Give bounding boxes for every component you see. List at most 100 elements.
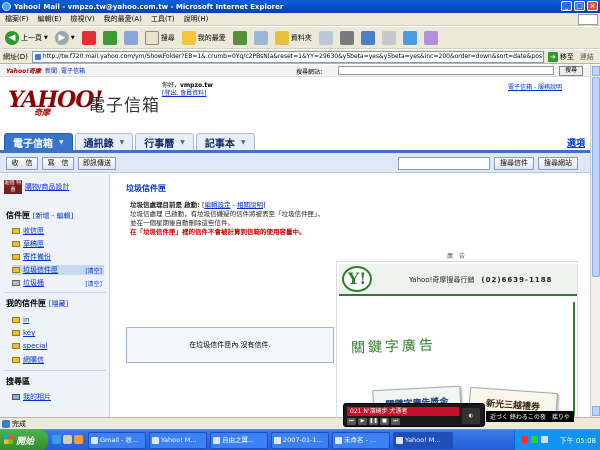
sidebar-item-special[interactable]: special xyxy=(12,342,104,350)
discuss-button[interactable] xyxy=(380,29,398,47)
minimize-button[interactable]: _ xyxy=(561,1,572,11)
edit-settings-link[interactable]: 編輯設定 xyxy=(204,201,230,209)
vertical-scrollbar[interactable] xyxy=(590,65,600,417)
tray-icon[interactable] xyxy=(541,436,548,443)
compose-button[interactable]: 寫 信 xyxy=(42,157,74,170)
tray-icon[interactable] xyxy=(531,436,538,443)
spam-description: 垃圾信處理 已啟動，有垃圾信嫌疑的信件將被丟至「垃圾信件匣」，並在一個星期後自動… xyxy=(130,210,324,227)
task-yahoo-1[interactable]: Yahoo! M... xyxy=(149,432,207,449)
promo-link[interactable]: 購物/商品設計 xyxy=(25,182,69,192)
ad-banner[interactable]: Y! Yahoo!奇摩搜尋行銷 (02)6639-1188 關鍵字廣告 關鍵字廣… xyxy=(336,261,578,417)
clear-trash-link[interactable]: [清空] xyxy=(85,279,102,288)
task-2007[interactable]: 2007-01-1... xyxy=(271,432,329,449)
scroll-thumb[interactable] xyxy=(592,77,600,277)
print-icon xyxy=(339,30,354,45)
task-yahoo-2[interactable]: Yahoo! M... xyxy=(393,432,453,449)
scroll-up-button[interactable] xyxy=(592,66,600,76)
instant-message-button[interactable]: 即訊傳送 xyxy=(78,157,116,170)
mail-button[interactable] xyxy=(317,29,335,47)
help-link[interactable]: 相關說明 xyxy=(237,201,263,209)
menu-tools[interactable]: 工具(T) xyxy=(151,14,175,24)
search-mail-button[interactable]: 搜尋信件 xyxy=(494,157,534,170)
go-button[interactable]: ➔ 移至 xyxy=(547,51,574,62)
lyrics-display: 近づく 終わるこの夜 揺りや xyxy=(486,411,574,422)
help-links[interactable]: 電子信箱 - 服務說明 xyxy=(508,82,562,91)
search-web-button[interactable]: 搜尋網站 xyxy=(538,157,578,170)
window-controls: _ □ × xyxy=(561,1,598,11)
topstrip-link-yahoo[interactable]: Yahoo!奇摩 xyxy=(6,66,41,75)
mail-search-input[interactable] xyxy=(398,157,490,170)
research-icon xyxy=(423,30,438,45)
stop-button[interactable] xyxy=(80,29,98,47)
folders-edit-links[interactable]: [新增 - 編輯] xyxy=(33,212,73,220)
edit-button[interactable] xyxy=(359,29,377,47)
task-gmail[interactable]: Gmail - 收... xyxy=(88,432,146,449)
sidebar-item-in[interactable]: in xyxy=(12,316,104,324)
start-button[interactable]: 開始 xyxy=(0,430,48,450)
refresh-button[interactable] xyxy=(101,29,119,47)
signout-link[interactable]: [登出, 會員資料] xyxy=(162,90,207,97)
sidebar-item-trash[interactable]: 垃圾桶 [清空] xyxy=(12,278,104,288)
action-bar: 收 信 寫 信 即訊傳送 搜尋信件 搜尋網站 xyxy=(0,153,590,173)
maximize-button[interactable]: □ xyxy=(574,1,585,11)
chevron-down-icon: ▼ xyxy=(44,34,48,41)
menu-edit[interactable]: 編輯(E) xyxy=(38,14,62,24)
tab-notepad[interactable]: 記事本 ▼ xyxy=(195,133,255,151)
options-link[interactable]: 選項 xyxy=(567,136,585,149)
menu-view[interactable]: 檢視(V) xyxy=(70,14,94,24)
folders-button[interactable]: 資料夾 xyxy=(273,29,314,47)
sidebar-item-key[interactable]: key xyxy=(12,329,104,337)
prev-icon[interactable]: ⏮ xyxy=(347,418,356,425)
research-button[interactable] xyxy=(422,29,440,47)
sidebar-item-spam[interactable]: 垃圾信件匣 [清空] xyxy=(12,265,104,275)
favorites-button[interactable]: 我的最愛 xyxy=(180,29,228,47)
search-button[interactable]: 搜尋 xyxy=(143,29,177,47)
sidebar-item-inbox[interactable]: 收信匣 xyxy=(12,226,104,236)
topstrip-search-input[interactable] xyxy=(338,66,554,75)
address-input[interactable]: http://tw.f720.mail.yahoo.com/ym/ShowFol… xyxy=(31,50,544,63)
back-button[interactable]: ◀ 上一頁 ▼ xyxy=(3,29,50,47)
forward-button[interactable]: ▶ ▼ xyxy=(53,29,77,47)
tab-mail[interactable]: 電子信箱 ▼ xyxy=(4,133,73,151)
my-folders-hide-link[interactable]: [隱藏] xyxy=(49,300,68,308)
volume-icon[interactable]: ◐ xyxy=(462,408,480,424)
scroll-down-button[interactable] xyxy=(592,406,600,416)
tab-calendar[interactable]: 行事曆 ▼ xyxy=(135,133,194,151)
topstrip-link-mail[interactable]: 電子信箱 xyxy=(61,66,85,75)
stop-icon[interactable]: ■ xyxy=(380,418,389,425)
desktop-quicklaunch-icon[interactable] xyxy=(63,435,72,444)
sidebar-item-sent[interactable]: 寄件備份 xyxy=(12,252,104,262)
print-button[interactable] xyxy=(338,29,356,47)
sidebar-item-shopping[interactable]: 網購信 xyxy=(12,355,104,365)
messenger-button[interactable] xyxy=(401,29,419,47)
links-label[interactable]: 連結 xyxy=(580,52,594,62)
menu-help[interactable]: 說明(H) xyxy=(184,14,209,24)
sidebar-item-photos[interactable]: 我的相片 xyxy=(12,392,104,402)
close-button[interactable]: × xyxy=(587,1,598,11)
play-icon[interactable]: ▶ xyxy=(358,418,367,425)
chevron-down-icon: ▼ xyxy=(240,139,246,146)
home-button[interactable] xyxy=(122,29,140,47)
ie-quicklaunch-icon[interactable] xyxy=(52,435,61,444)
stop-icon xyxy=(81,30,96,45)
folder-label: 垃圾信件匣 xyxy=(23,266,58,274)
task-wings[interactable]: 自由之翼... xyxy=(210,432,268,449)
topstrip-search-button[interactable]: 搜尋 xyxy=(559,66,583,76)
next-icon[interactable]: ⏭ xyxy=(391,418,400,425)
app-quicklaunch-icon[interactable] xyxy=(74,435,83,444)
menu-file[interactable]: 檔案(F) xyxy=(5,14,29,24)
folder-label: 草稿匣 xyxy=(23,240,44,248)
menu-favorites[interactable]: 我的最愛(A) xyxy=(104,14,142,24)
media-player[interactable]: 021 N'濱崎步 犬漂者 ⏮ ▶ ❚❚ ■ ⏭ ◐ xyxy=(343,403,485,427)
history-button[interactable] xyxy=(252,29,270,47)
topstrip-link-news[interactable]: 新聞 xyxy=(45,66,57,75)
pause-icon[interactable]: ❚❚ xyxy=(369,418,378,425)
tab-contacts[interactable]: 通訊錄 ▼ xyxy=(74,133,134,151)
sidebar-item-drafts[interactable]: 草稿匣 xyxy=(12,239,104,249)
clear-spam-link[interactable]: [清空] xyxy=(85,266,102,275)
task-untitled[interactable]: 未命名 - ... xyxy=(332,432,390,449)
receive-button[interactable]: 收 信 xyxy=(6,157,38,170)
tray-icon[interactable] xyxy=(521,436,528,443)
tab-notepad-label: 記事本 xyxy=(204,139,235,150)
media-button[interactable] xyxy=(231,29,249,47)
